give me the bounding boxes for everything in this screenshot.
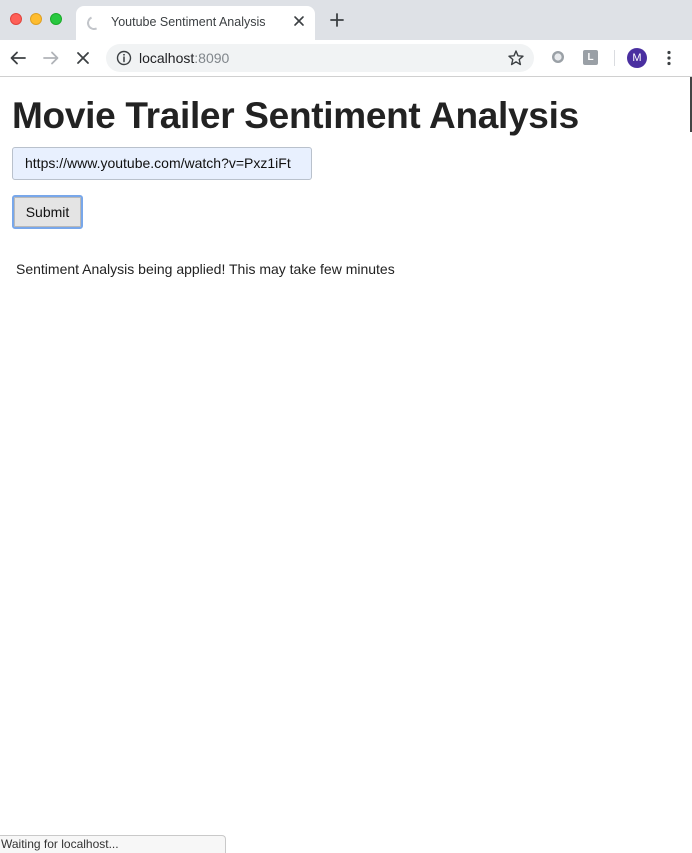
youtube-url-input-value: https://www.youtube.com/watch?v=Pxz1iFt — [25, 155, 291, 171]
minimize-window-button[interactable] — [30, 13, 42, 25]
toolbar-divider — [614, 50, 615, 66]
status-bubble: Waiting for localhost... — [0, 835, 226, 853]
address-bar[interactable]: localhost:8090 — [106, 44, 534, 72]
tab-title: Youtube Sentiment Analysis — [111, 15, 266, 29]
circle-extension-icon[interactable] — [551, 50, 565, 69]
youtube-url-input[interactable]: https://www.youtube.com/watch?v=Pxz1iFt — [12, 147, 312, 180]
avatar[interactable]: M — [627, 48, 647, 68]
l-extension-icon[interactable]: L — [583, 50, 598, 65]
close-window-button[interactable] — [10, 13, 22, 25]
maximize-window-button[interactable] — [50, 13, 62, 25]
star-icon[interactable] — [507, 49, 525, 67]
loading-spinner-icon — [85, 14, 103, 32]
menu-dots-icon[interactable] — [660, 49, 678, 67]
plus-icon[interactable] — [327, 10, 347, 30]
address-url: localhost:8090 — [139, 50, 229, 66]
browser-toolbar: localhost:8090 L M — [0, 40, 692, 77]
address-port: :8090 — [194, 50, 230, 66]
status-message: Sentiment Analysis being applied! This m… — [16, 261, 395, 277]
forward-arrow-icon[interactable] — [40, 47, 62, 69]
tab-strip: Youtube Sentiment Analysis — [0, 0, 692, 40]
page-content: Movie Trailer Sentiment Analysis https:/… — [0, 77, 692, 853]
page-title: Movie Trailer Sentiment Analysis — [12, 95, 579, 136]
back-arrow-icon[interactable] — [7, 47, 29, 69]
close-icon[interactable] — [290, 12, 308, 30]
tab-active[interactable]: Youtube Sentiment Analysis — [76, 6, 315, 40]
browser-window: Youtube Sentiment Analysis localhost:809… — [0, 0, 692, 853]
submit-button[interactable]: Submit — [12, 195, 83, 229]
address-host: localhost — [139, 50, 195, 66]
info-icon[interactable] — [116, 50, 132, 66]
stop-loading-icon[interactable] — [72, 47, 94, 69]
